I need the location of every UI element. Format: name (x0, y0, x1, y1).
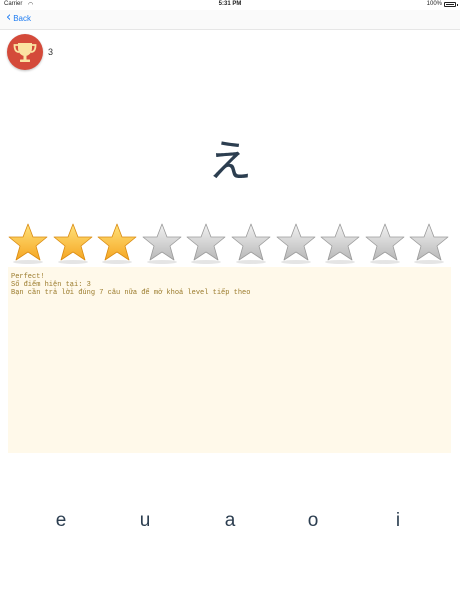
answer-option-i[interactable]: i (378, 510, 418, 532)
star-filled-icon (53, 222, 93, 264)
trophy-badge (7, 34, 43, 70)
question-character: え (208, 136, 252, 187)
chevron-left-icon: ‹ (6, 10, 12, 25)
star-empty-icon (186, 222, 226, 264)
answer-option-e[interactable]: e (41, 510, 81, 532)
back-label: Back (13, 13, 31, 23)
back-button[interactable]: ‹ Back (6, 10, 31, 25)
current-score-text: Số điểm hiện tại: 3 (11, 281, 91, 289)
result-message-box: Perfect! Số điểm hiện tại: 3 Bạn cần trả… (8, 267, 451, 453)
clock: 5:31 PM (218, 1, 242, 7)
star-empty-icon (142, 222, 182, 264)
trophy-icon (13, 43, 37, 62)
star-empty-icon (409, 222, 449, 264)
battery-percent: 100% (426, 1, 442, 7)
star-empty-icon (231, 222, 271, 264)
star-filled-icon (8, 222, 48, 264)
battery-icon (444, 1, 458, 7)
answer-option-a[interactable]: a (210, 510, 250, 532)
star-filled-icon (97, 222, 137, 264)
answer-option-o[interactable]: o (293, 510, 333, 532)
battery-status: 100% (426, 1, 458, 7)
star-empty-icon (276, 222, 316, 264)
star-rating (8, 222, 454, 266)
result-title: Perfect! (11, 273, 45, 281)
score-count: 3 (48, 47, 54, 57)
answer-option-u[interactable]: u (125, 510, 165, 532)
star-empty-icon (320, 222, 360, 264)
star-empty-icon (365, 222, 405, 264)
status-bar: Carrier ◠ 5:31 PM 100% (0, 0, 460, 10)
unlock-hint-text: Bạn cần trả lời đúng 7 câu nữa để mở kho… (11, 289, 251, 297)
navigation-bar: ‹ Back (0, 10, 460, 30)
